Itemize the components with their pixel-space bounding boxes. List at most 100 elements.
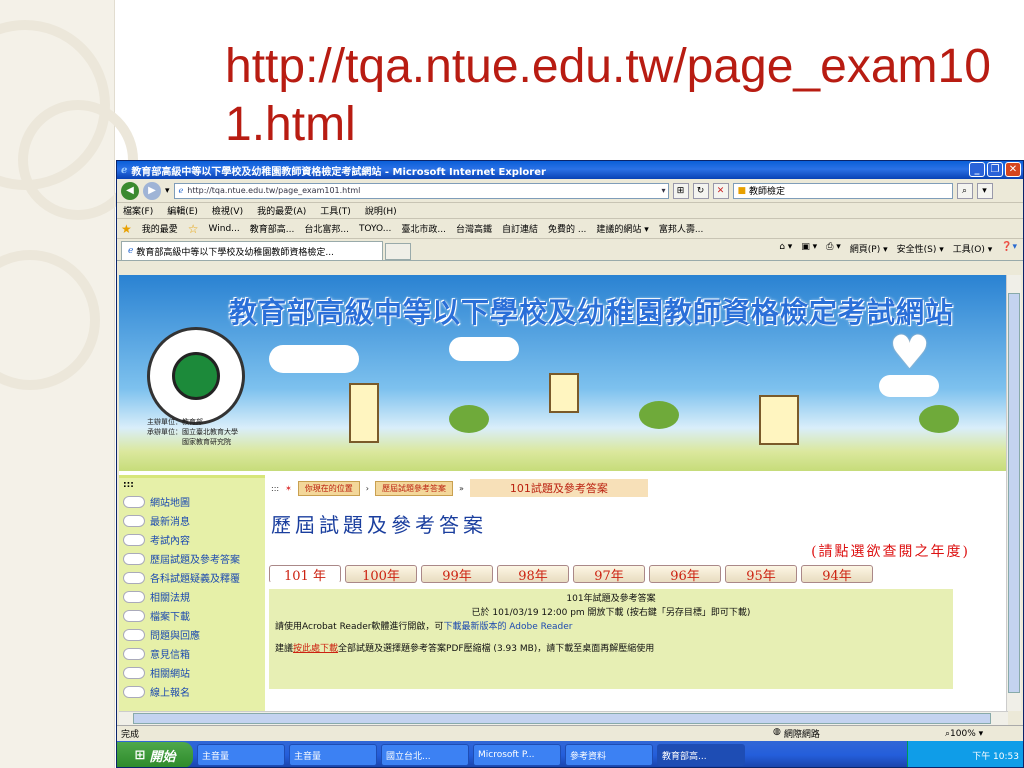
taskbar-item[interactable]: 參考資料: [565, 744, 653, 766]
nav-item-qa[interactable]: 問題與回應: [119, 625, 265, 644]
slide-decoration: [0, 0, 138, 768]
cloud-icon: [123, 571, 145, 584]
year-tab-99[interactable]: 99年: [421, 565, 493, 584]
nav-item-disputes[interactable]: 各科試題疑義及釋覆: [119, 568, 265, 587]
taskbar-item-active[interactable]: 教育部高...: [657, 744, 745, 766]
star-icon: ✶: [285, 483, 292, 493]
history-dropdown[interactable]: ▾: [165, 186, 170, 196]
page-menu[interactable]: 網頁(P) ▾: [850, 242, 888, 255]
favorite-link[interactable]: 台灣高鐵: [456, 222, 492, 235]
favorite-link[interactable]: 教育部高...: [250, 222, 295, 235]
windows-taskbar: ⊞ 開始 主音量 主音量 國立台北... Microsoft P... 參考資料 …: [117, 741, 1023, 767]
tab-title: 教育部高級中等以下學校及幼稚園教師資格檢定...: [136, 247, 334, 258]
nav-item-regulations[interactable]: 相關法規: [119, 587, 265, 606]
cloud-icon: [123, 533, 145, 546]
tab-page-icon: ℯ: [128, 246, 134, 256]
favorites-bar: ★ 我的最愛 ☆ Wind... 教育部高... 台北富邦... TOYO...…: [117, 219, 1023, 239]
add-favorite-icon[interactable]: ☆: [188, 222, 199, 236]
favorite-link[interactable]: 台北富邦...: [304, 222, 349, 235]
restore-button[interactable]: ❐: [987, 162, 1003, 177]
favorite-link[interactable]: Wind...: [209, 224, 240, 234]
year-tab-101[interactable]: 101 年: [269, 565, 341, 584]
menu-tools[interactable]: 工具(T): [320, 204, 351, 217]
cloud-icon: [123, 609, 145, 622]
year-tab-97[interactable]: 97年: [573, 565, 645, 584]
favorite-link[interactable]: TOYO...: [359, 224, 391, 234]
system-tray: 下午 10:53: [907, 741, 1023, 767]
search-engine-icon: ■: [737, 185, 747, 196]
sponsor-text: 主辦單位：教育部 承辦單位：國立臺北教育大學 國家教育研究院: [147, 418, 238, 446]
year-tab-95[interactable]: 95年: [725, 565, 797, 584]
tree-decoration: [639, 401, 679, 429]
year-tab-94[interactable]: 94年: [801, 565, 873, 584]
stop-button[interactable]: ✕: [712, 182, 729, 199]
start-button[interactable]: ⊞ 開始: [117, 742, 193, 767]
web-page: ♥ 教育部高級中等以下學校及幼稚園教師資格檢定考試網站 主辦單位：教育部 承辦單…: [119, 275, 1008, 711]
nav-item-links[interactable]: 相關網站: [119, 663, 265, 682]
horizontal-scrollbar[interactable]: [119, 711, 1008, 725]
menu-favorites[interactable]: 我的最愛(A): [257, 204, 306, 217]
favorite-link[interactable]: 富邦人壽...: [659, 222, 704, 235]
tools-menu[interactable]: 工具(O) ▾: [953, 242, 993, 255]
search-input[interactable]: ■ 教師檢定: [732, 182, 953, 199]
menu-help[interactable]: 說明(H): [365, 204, 397, 217]
browser-tab[interactable]: ℯ 教育部高級中等以下學校及幼稚園教師資格檢定...: [121, 241, 383, 260]
adobe-reader-link[interactable]: 下載最新版本的 Adobe Reader: [443, 622, 572, 632]
download-link[interactable]: 按此處下載: [293, 644, 338, 654]
taskbar-item[interactable]: 主音量: [289, 744, 377, 766]
compat-button[interactable]: ⊞: [672, 182, 689, 199]
minimize-button[interactable]: _: [969, 162, 985, 177]
nav-item-downloads[interactable]: 檔案下載: [119, 606, 265, 625]
nav-item-registration[interactable]: 線上報名: [119, 682, 265, 701]
taskbar-item[interactable]: Microsoft P...: [473, 744, 561, 766]
taskbar-item[interactable]: 國立台北...: [381, 744, 469, 766]
year-hint: (請點選欲查閱之年度): [811, 544, 970, 560]
year-tab-96[interactable]: 96年: [649, 565, 721, 584]
search-icon[interactable]: ⌕: [956, 182, 973, 199]
address-bar[interactable]: ℯ http://tqa.ntue.edu.tw/page_exam101.ht…: [173, 182, 669, 199]
zoom-control[interactable]: ⌕100% ▾: [945, 729, 983, 739]
site-banner: ♥ 教育部高級中等以下學校及幼稚園教師資格檢定考試網站 主辦單位：教育部 承辦單…: [119, 275, 1008, 471]
exam-info-panel: 101年試題及參考答案 已於 101/03/19 12:00 pm 開放下載 (…: [269, 589, 953, 689]
nav-item-exam-content[interactable]: 考試內容: [119, 530, 265, 549]
left-navigation: ::: 網站地圖 最新消息 考試內容 歷屆試題及參考答案 各科試題疑義及釋覆 相…: [119, 475, 265, 711]
window-titlebar[interactable]: ℯ 教育部高級中等以下學校及幼稚園教師資格檢定考試網站 - Microsoft …: [117, 161, 1023, 179]
help-icon[interactable]: ❓▾: [1001, 242, 1017, 255]
cloud-icon: [123, 666, 145, 679]
vertical-scrollbar[interactable]: [1006, 275, 1021, 711]
cloud-icon: [123, 514, 145, 527]
cloud-icon: [123, 685, 145, 698]
nav-item-sitemap[interactable]: 網站地圖: [119, 492, 265, 511]
favorite-link[interactable]: 建議的網站 ▾: [596, 222, 648, 235]
safety-menu[interactable]: 安全性(S) ▾: [897, 242, 944, 255]
nav-item-news[interactable]: 最新消息: [119, 511, 265, 530]
refresh-button[interactable]: ↻: [692, 182, 709, 199]
nav-item-past-exams[interactable]: 歷屆試題及參考答案: [119, 549, 265, 568]
home-icon[interactable]: ⌂ ▾: [779, 242, 792, 255]
close-button[interactable]: ✕: [1005, 162, 1021, 177]
ie-icon: ℯ: [121, 164, 128, 176]
menu-file[interactable]: 檔案(F): [123, 204, 153, 217]
favorites-button[interactable]: 我的最愛: [142, 222, 178, 235]
print-icon[interactable]: ⎙ ▾: [826, 242, 841, 255]
favorite-link[interactable]: 免費的 ...: [548, 222, 586, 235]
favorite-link[interactable]: 自訂連結: [502, 222, 538, 235]
clock[interactable]: 下午 10:53: [972, 749, 1019, 762]
command-bar: ⌂ ▾ ▣ ▾ ⎙ ▾ 網頁(P) ▾ 安全性(S) ▾ 工具(O) ▾ ❓▾: [779, 242, 1017, 255]
new-tab-button[interactable]: [385, 243, 411, 260]
acrobat-note: 請使用Acrobat Reader軟體進行開啟，可下載最新版本的 Adobe R…: [275, 622, 573, 632]
favorite-link[interactable]: 臺北市政...: [401, 222, 446, 235]
menu-edit[interactable]: 編輯(E): [167, 204, 198, 217]
taskbar-item[interactable]: 主音量: [197, 744, 285, 766]
breadcrumb-link[interactable]: 歷屆試題參考答案: [375, 480, 453, 496]
nav-item-mailbox[interactable]: 意見信箱: [119, 644, 265, 663]
back-button[interactable]: ◀: [121, 181, 139, 200]
globe-icon: ◍: [773, 727, 781, 737]
castle-decoration: [759, 395, 799, 445]
menu-view[interactable]: 檢視(V): [212, 204, 243, 217]
search-options-dropdown[interactable]: ▾: [976, 182, 993, 199]
year-tab-100[interactable]: 100年: [345, 565, 417, 584]
year-tab-98[interactable]: 98年: [497, 565, 569, 584]
feeds-icon[interactable]: ▣ ▾: [801, 242, 817, 255]
forward-button[interactable]: ▶: [143, 181, 161, 200]
